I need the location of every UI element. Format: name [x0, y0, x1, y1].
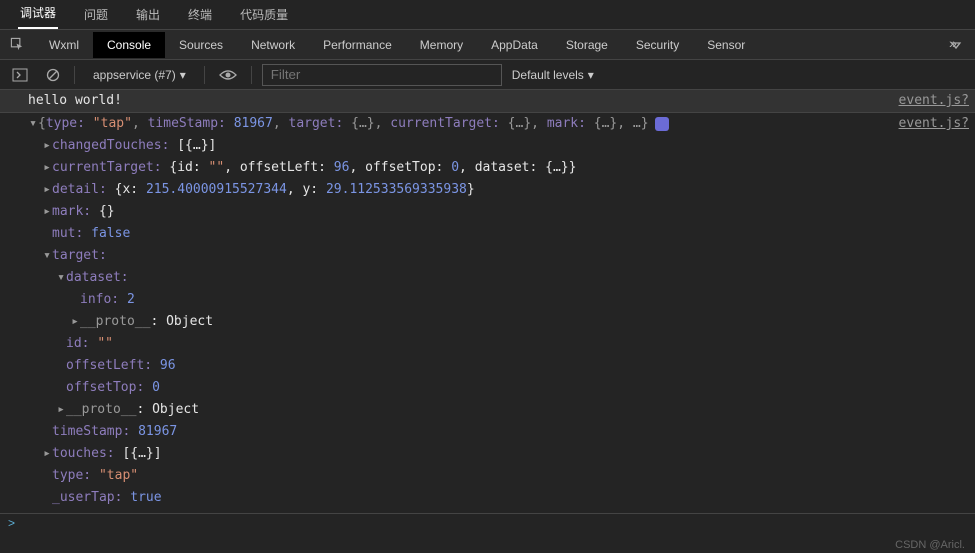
tab-debugger[interactable]: 调试器 — [18, 0, 58, 29]
object-entry: ▸currentTarget: {id: "", offsetLeft: 96,… — [0, 157, 975, 179]
tab-problems[interactable]: 问题 — [82, 0, 110, 29]
object-entry: ▸__proto__: Object — [0, 399, 975, 421]
expand-icon[interactable]: ▸ — [42, 180, 52, 200]
svg-text:»: » — [949, 38, 957, 51]
filter-input[interactable] — [262, 64, 502, 86]
eye-icon[interactable] — [215, 69, 241, 81]
log-object: ▾{type: "tap", timeStamp: 81967, target:… — [0, 113, 975, 135]
expand-icon[interactable]: ▸ — [42, 136, 52, 156]
object-entry: ▸changedTouches: [{…}] — [0, 135, 975, 157]
expand-icon[interactable]: ▸ — [42, 202, 52, 222]
context-selector[interactable]: appservice (#7) ▾ — [85, 68, 194, 82]
dropdown-icon: ▾ — [588, 68, 594, 82]
tab-network[interactable]: Network — [237, 32, 309, 58]
log-levels-selector[interactable]: Default levels ▾ — [512, 68, 594, 82]
source-link[interactable]: event.js? — [899, 114, 975, 134]
tab-sources[interactable]: Sources — [165, 32, 237, 58]
separator — [251, 66, 252, 84]
tab-output[interactable]: 输出 — [134, 0, 162, 29]
object-entry: offsetTop: 0 — [0, 377, 975, 399]
tab-terminal[interactable]: 终端 — [186, 0, 214, 29]
separator — [204, 66, 205, 84]
log-message: hello world! event.js? — [0, 90, 975, 113]
object-entry: id: "" — [0, 333, 975, 355]
levels-label: Default levels — [512, 68, 584, 82]
expand-icon[interactable]: ▾ — [28, 114, 38, 134]
expand-icon[interactable]: ▸ — [56, 400, 66, 420]
object-entry: info: 2 — [0, 289, 975, 311]
object-entry: type: "tap" — [0, 465, 975, 487]
tab-appdata[interactable]: AppData — [477, 32, 552, 58]
separator — [74, 66, 75, 84]
expand-icon[interactable]: ▾ — [42, 246, 52, 266]
devtools-tabs: Wxml Console Sources Network Performance… — [0, 30, 975, 60]
expand-icon[interactable]: ▸ — [70, 312, 80, 332]
expand-icon[interactable]: ▾ — [56, 268, 66, 288]
clear-console-icon[interactable] — [42, 68, 64, 82]
object-entry: ▸mark: {} — [0, 201, 975, 223]
source-link[interactable]: event.js? — [899, 91, 975, 111]
object-entry: _userTap: true — [0, 487, 975, 509]
expand-icon[interactable]: ▸ — [42, 158, 52, 178]
tab-storage[interactable]: Storage — [552, 32, 622, 58]
expand-icon[interactable]: ▸ — [42, 444, 52, 464]
object-entry: ▾dataset: — [0, 267, 975, 289]
sidebar-toggle-icon[interactable] — [8, 68, 32, 82]
tab-memory[interactable]: Memory — [406, 32, 477, 58]
object-entry: timeStamp: 81967 — [0, 421, 975, 443]
more-tabs-icon[interactable]: » — [937, 38, 975, 52]
object-entry: ▾target: — [0, 245, 975, 267]
inspect-icon[interactable] — [0, 37, 35, 52]
console-output: hello world! event.js? ▾{type: "tap", ti… — [0, 90, 975, 523]
tab-wxml[interactable]: Wxml — [35, 32, 93, 58]
tab-quality[interactable]: 代码质量 — [238, 0, 290, 29]
object-badge — [655, 117, 669, 131]
tab-performance[interactable]: Performance — [309, 32, 406, 58]
tab-security[interactable]: Security — [622, 32, 693, 58]
console-prompt[interactable]: > — [0, 513, 975, 535]
object-entry: ▸__proto__: Object — [0, 311, 975, 333]
object-entry: mut: false — [0, 223, 975, 245]
object-entry: ▸touches: [{…}] — [0, 443, 975, 465]
watermark: CSDN @Aricl. — [895, 539, 965, 551]
console-toolbar: appservice (#7) ▾ Default levels ▾ — [0, 60, 975, 90]
object-entry: offsetLeft: 96 — [0, 355, 975, 377]
editor-tabs: 调试器 问题 输出 终端 代码质量 — [0, 0, 975, 30]
tab-sensor[interactable]: Sensor — [693, 32, 759, 58]
dropdown-icon: ▾ — [180, 68, 186, 82]
context-label: appservice (#7) — [93, 68, 176, 82]
object-entry: ▸detail: {x: 215.40000915527344, y: 29.1… — [0, 179, 975, 201]
tab-console[interactable]: Console — [93, 32, 165, 58]
